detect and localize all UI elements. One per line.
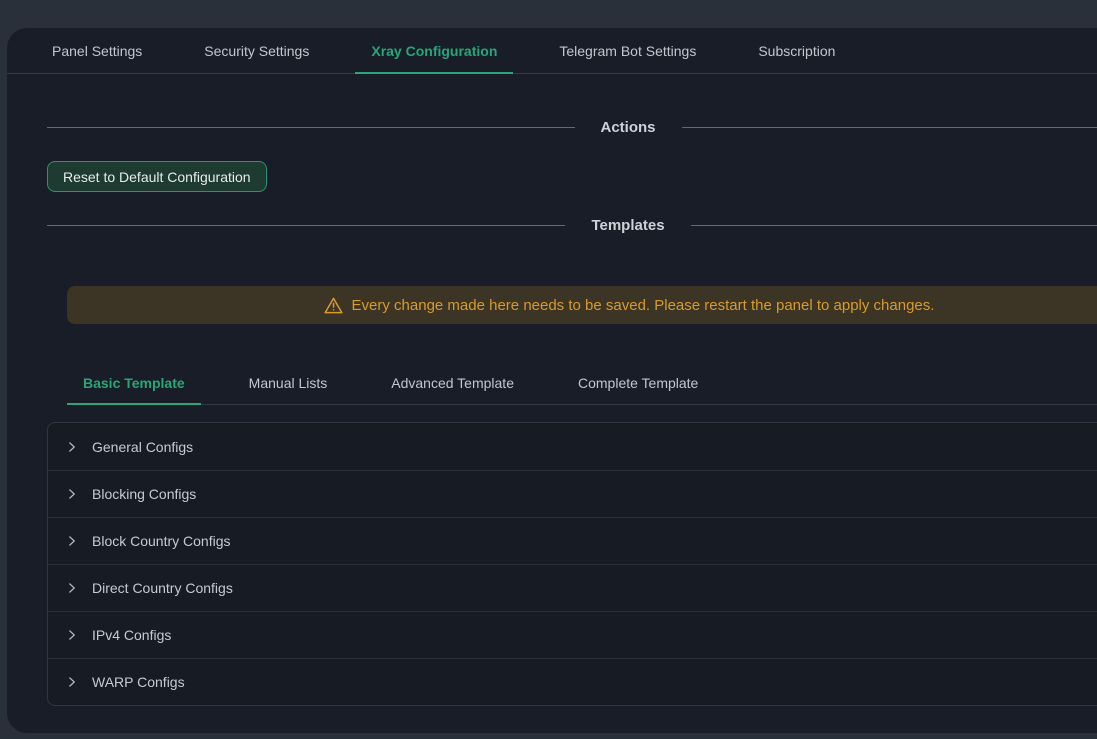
main-tabbar: Panel Settings Security Settings Xray Co… (7, 28, 1097, 74)
collapse-label: WARP Configs (92, 674, 185, 690)
divider-line (47, 127, 575, 128)
templates-section-title: Templates (591, 217, 664, 234)
config-collapse-list: General Configs Blocking Configs Block C… (47, 422, 1097, 706)
collapse-label: IPv4 Configs (92, 627, 171, 643)
tab-panel-settings[interactable]: Panel Settings (36, 28, 158, 73)
divider-line (682, 127, 1097, 128)
tab-complete-template[interactable]: Complete Template (562, 362, 714, 404)
collapse-header-ipv4-configs[interactable]: IPv4 Configs (48, 611, 1097, 658)
tab-advanced-template[interactable]: Advanced Template (375, 362, 530, 404)
reset-to-default-button[interactable]: Reset to Default Configuration (47, 161, 267, 192)
tab-security-settings[interactable]: Security Settings (188, 28, 325, 73)
settings-card: Panel Settings Security Settings Xray Co… (7, 28, 1097, 733)
collapse-label: Direct Country Configs (92, 580, 233, 596)
tab-basic-template[interactable]: Basic Template (67, 362, 201, 404)
collapse-label: Block Country Configs (92, 533, 231, 549)
collapse-header-blocking-configs[interactable]: Blocking Configs (48, 470, 1097, 517)
chevron-right-icon (66, 535, 78, 547)
warning-triangle-icon (324, 297, 343, 314)
chevron-right-icon (66, 582, 78, 594)
divider-line (691, 225, 1097, 226)
collapse-label: General Configs (92, 439, 193, 455)
collapse-header-direct-country-configs[interactable]: Direct Country Configs (48, 564, 1097, 611)
template-tabbar: Basic Template Manual Lists Advanced Tem… (67, 362, 1097, 405)
collapse-label: Blocking Configs (92, 486, 196, 502)
collapse-header-warp-configs[interactable]: WARP Configs (48, 658, 1097, 705)
chevron-right-icon (66, 676, 78, 688)
xray-configuration-page: { "header_tabs": { "items": [ {"label": … (0, 0, 1097, 739)
restart-warning-alert: Every change made here needs to be saved… (67, 286, 1097, 324)
chevron-right-icon (66, 488, 78, 500)
warning-text: Every change made here needs to be saved… (352, 297, 935, 314)
tab-subscription[interactable]: Subscription (742, 28, 851, 73)
collapse-header-general-configs[interactable]: General Configs (48, 423, 1097, 470)
divider-line (47, 225, 565, 226)
tab-content: Actions Reset to Default Configuration T… (7, 116, 1097, 706)
actions-section-title: Actions (601, 119, 656, 136)
actions-divider: Actions (47, 116, 1097, 138)
templates-divider: Templates (47, 214, 1097, 236)
collapse-header-block-country-configs[interactable]: Block Country Configs (48, 517, 1097, 564)
tab-telegram-bot-settings[interactable]: Telegram Bot Settings (543, 28, 712, 73)
chevron-right-icon (66, 441, 78, 453)
tab-xray-configuration[interactable]: Xray Configuration (355, 28, 513, 73)
chevron-right-icon (66, 629, 78, 641)
tab-manual-lists[interactable]: Manual Lists (233, 362, 344, 404)
